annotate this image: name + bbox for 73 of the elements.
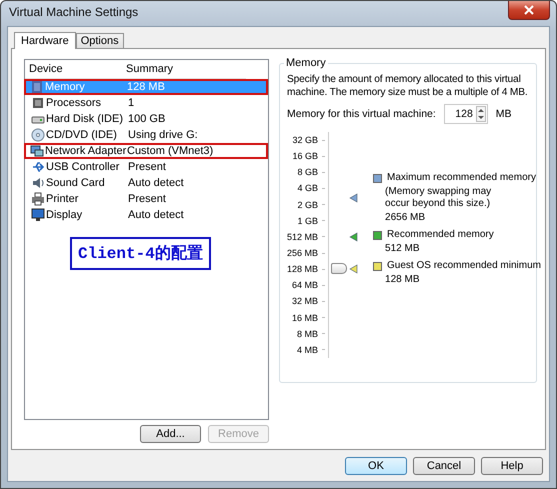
tab[interactable]: Options [76, 33, 124, 48]
speaker-icon [31, 176, 45, 190]
dialog-button[interactable]: Cancel [413, 456, 475, 474]
device-row[interactable]: Sound Card Auto detect [26, 175, 266, 191]
device-name: Hard Disk (IDE) [46, 113, 124, 125]
memory-chip-icon [30, 80, 44, 94]
device-row[interactable]: Printer Present [26, 191, 266, 207]
memory-spinbox[interactable]: 128 [444, 104, 488, 124]
device-summary: 1 [127, 97, 134, 109]
scale-label: 128 MB [287, 264, 318, 274]
device-row[interactable]: Display Auto detect [26, 207, 266, 223]
device-name: Processors [46, 97, 102, 109]
legend-title: Maximum recommended memory [387, 172, 536, 184]
device-name: Sound Card [46, 177, 105, 189]
window-title: Virtual Machine Settings [9, 5, 138, 19]
device-summary: 128 MB [126, 81, 165, 93]
unit-label: MB [496, 108, 512, 120]
scale-label: 16 GB [292, 151, 318, 162]
scale-label: 512 MB [287, 232, 318, 242]
monitor-icon [31, 208, 45, 222]
column-header[interactable]: Device [25, 63, 122, 75]
legend-title: Guest OS recommended minimum [387, 260, 541, 272]
slider-thumb[interactable] [331, 263, 348, 274]
scale-label: 8 MB [297, 328, 318, 339]
device-name: Display [46, 209, 82, 221]
tab[interactable]: Hardware [14, 32, 76, 49]
scale-label: 4 GB [298, 183, 318, 194]
network-icon [30, 144, 44, 158]
memory-description: Specify the amount of memory allocated to this virtual machine. The memory size must be a multiple of 4 MB. [287, 73, 529, 99]
device-summary: 100 GB [127, 113, 166, 125]
scale-label: 8 GB [298, 167, 318, 178]
printer-icon [31, 192, 45, 206]
scale-label: 1 GB [298, 216, 318, 226]
device-summary: Using drive G: [127, 129, 198, 141]
legend-note: (Memory swapping may occur beyond this size.) [384, 186, 492, 210]
legend-value: 512 MB [384, 243, 420, 255]
scale-label: 32 GB [292, 135, 318, 146]
device-row[interactable]: Processors 1 [26, 95, 266, 111]
annotation-label: Client-4的配置 [70, 237, 211, 270]
device-name: Network Adapter [45, 145, 126, 157]
group-title: Memory [284, 57, 328, 69]
close-icon [524, 5, 534, 15]
spin-arrows-icon [476, 106, 486, 122]
scale-label: 32 MB [292, 296, 318, 306]
dialog-button[interactable]: Help [481, 456, 543, 474]
device-name: CD/DVD (IDE) [46, 129, 117, 141]
device-summary: Present [127, 193, 166, 205]
legend-value: 128 MB [384, 274, 420, 286]
device-name: Memory [45, 81, 85, 93]
scale-label: 2 GB [298, 200, 318, 210]
device-row[interactable]: Hard Disk (IDE) 100 GB [26, 111, 266, 127]
disc-icon [31, 128, 45, 142]
legend-title: Recommended memory [387, 229, 494, 241]
scale-label: 16 MB [292, 312, 318, 323]
field-label: Memory for this virtual machine: [287, 108, 436, 120]
device-summary: Present [127, 161, 166, 173]
device-row[interactable]: USB Controller Present [26, 159, 266, 175]
scale-label: 256 MB [287, 248, 318, 258]
list-button[interactable]: Add... [140, 425, 201, 443]
device-row[interactable]: CD/DVD (IDE) Using drive G: [26, 127, 266, 143]
device-row[interactable]: Network AdapterCustom (VMnet3) [24, 143, 268, 159]
device-summary: Auto detect [127, 209, 184, 221]
device-name: USB Controller [46, 161, 120, 173]
column-header[interactable]: Summary [122, 63, 174, 75]
legend-value: 2656 MB [384, 212, 426, 224]
usb-icon [31, 160, 45, 174]
dialog-button[interactable]: OK [345, 456, 407, 474]
scale-label: 4 MB [297, 344, 318, 355]
scale-label: 64 MB [292, 280, 318, 290]
device-summary: Auto detect [127, 177, 184, 189]
close-button[interactable] [508, 1, 550, 20]
device-name: Printer [46, 193, 78, 205]
chip-icon [31, 96, 45, 110]
